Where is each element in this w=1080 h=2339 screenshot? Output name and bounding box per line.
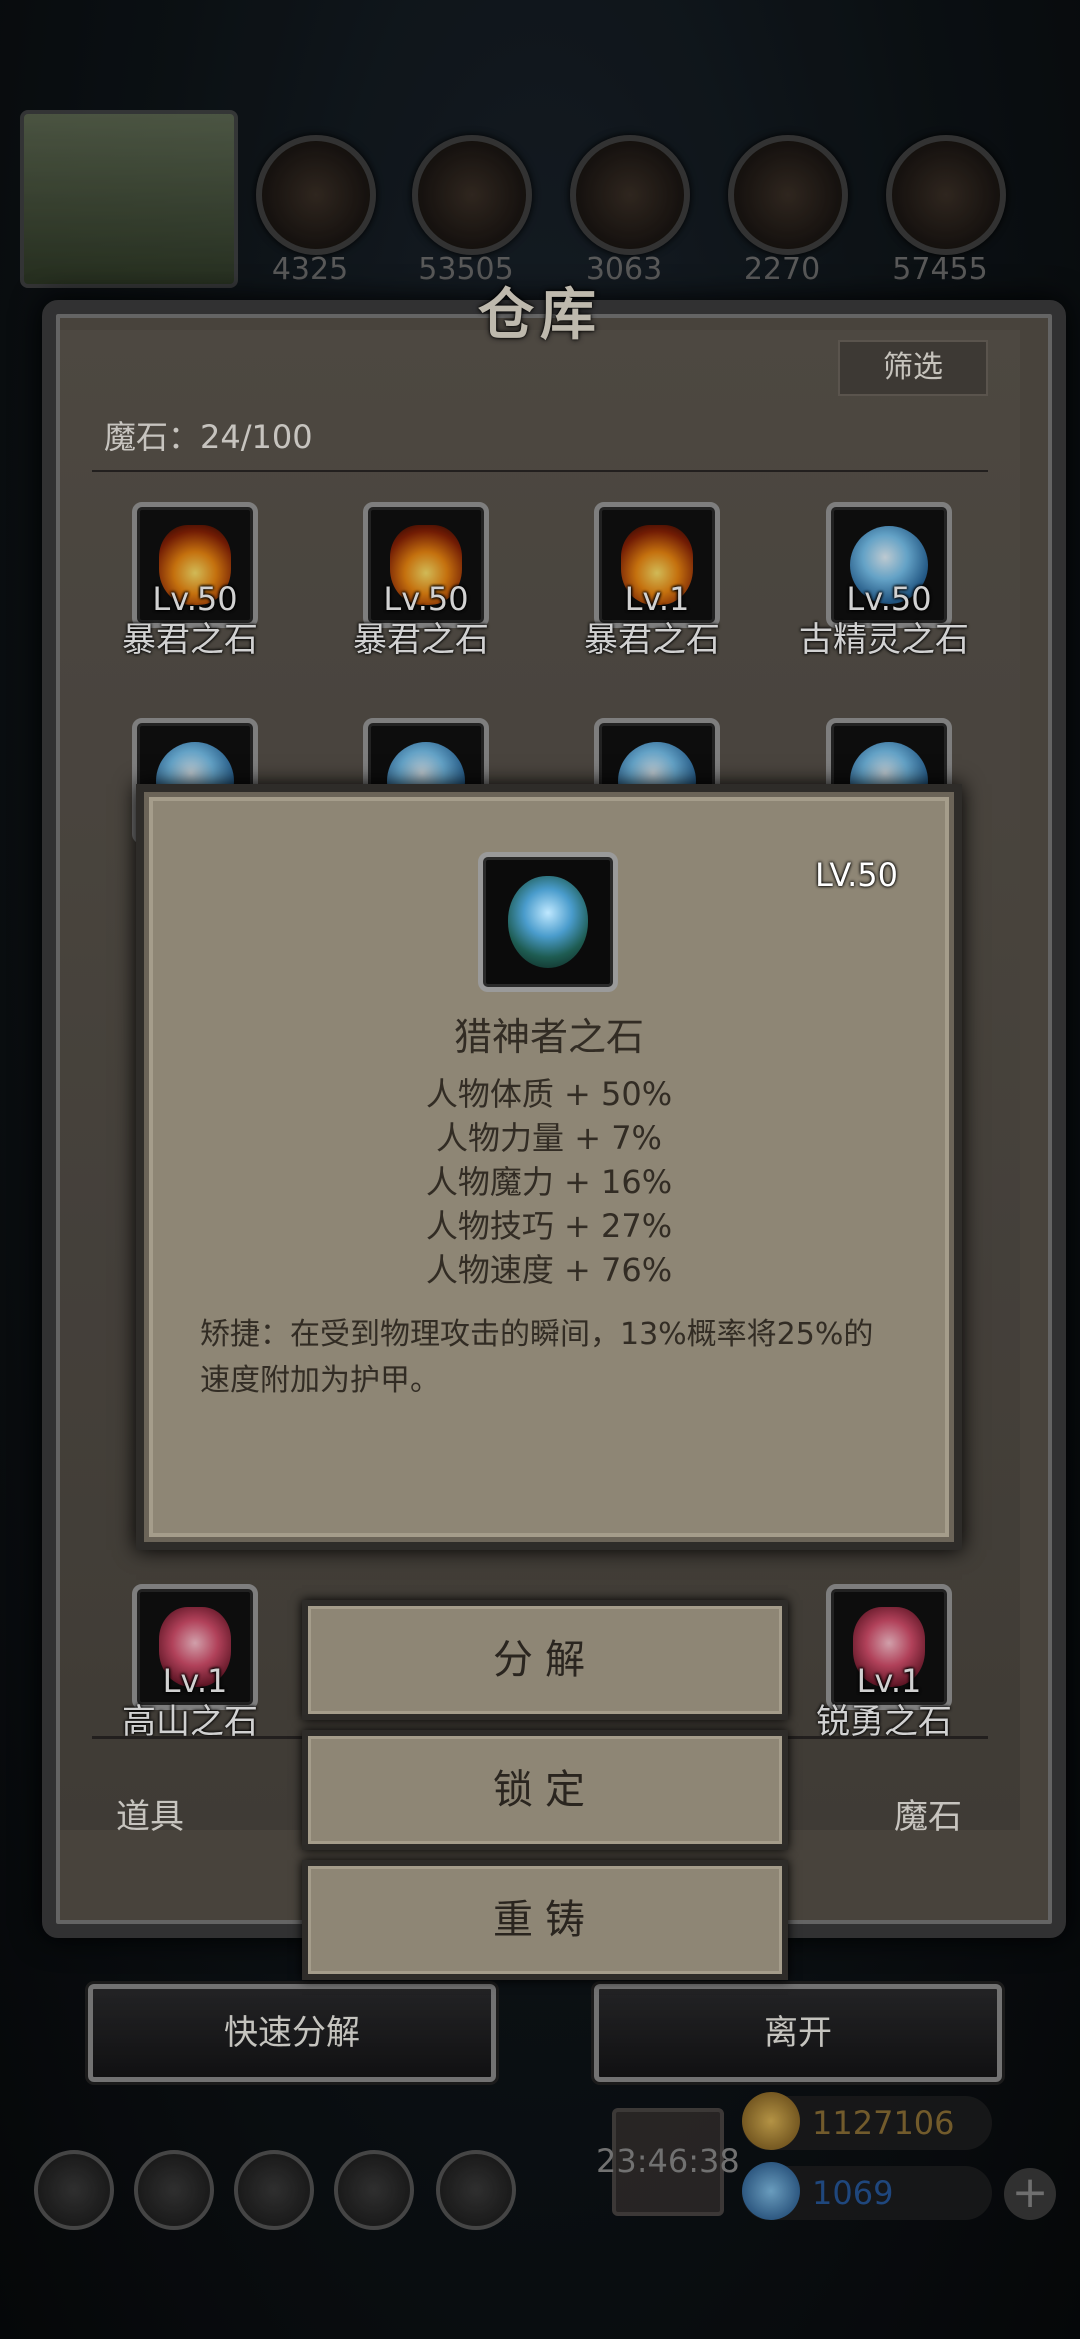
- tab-items[interactable]: 道具: [116, 1789, 184, 1838]
- countdown-timer: 23:46:38: [596, 2142, 740, 2180]
- item-name: 暴君之石: [584, 620, 720, 660]
- settings-gear-icon[interactable]: [34, 2150, 114, 2230]
- tab-magic-stones[interactable]: 魔石: [894, 1789, 962, 1838]
- player-portrait[interactable]: [20, 110, 238, 288]
- stat-line: 人物速度 + 76%: [425, 1251, 673, 1289]
- popup-item-name: 猎神者之石: [453, 1015, 644, 1059]
- item-cell[interactable]: Lv.50 古精灵之石: [786, 502, 976, 660]
- blue-gem-icon: [742, 2162, 800, 2220]
- popup-stats-list: 人物体质 + 50% 人物力量 + 7% 人物魔力 + 16% 人物技巧 + 2…: [144, 1072, 954, 1292]
- item-cell[interactable]: Lv.1 暴君之石: [554, 502, 744, 660]
- castle-icon[interactable]: [234, 2150, 314, 2230]
- item-cell[interactable]: Lv.1 锐勇之石: [786, 1584, 976, 1742]
- recast-button[interactable]: 重铸: [302, 1860, 788, 1980]
- lock-button[interactable]: 锁定: [302, 1730, 788, 1850]
- gold-value: 1127106: [812, 2104, 955, 2142]
- item-cell[interactable]: Lv.50 暴君之石: [92, 502, 282, 660]
- item-name: 古精灵之石: [799, 620, 969, 660]
- popup-description: 矫捷：在受到物理攻击的瞬间，13%概率将25%的速度附加为护甲。: [200, 1317, 874, 1398]
- filter-button[interactable]: 筛选: [838, 340, 988, 396]
- item-cell[interactable]: Lv.50 暴君之石: [323, 502, 513, 660]
- mail-icon[interactable]: [334, 2150, 414, 2230]
- gem-value: 1069: [812, 2174, 894, 2212]
- magic-stone-count: 魔石：24/100: [104, 418, 313, 456]
- stat-line: 人物体质 + 50%: [425, 1075, 673, 1113]
- warehouse-title: 仓库: [478, 282, 602, 348]
- item-name: 暴君之石: [122, 620, 258, 660]
- badge-icon[interactable]: [134, 2150, 214, 2230]
- item-name: 暴君之石: [353, 620, 489, 660]
- resource-bar: 4325 53505 3063 2270 57455: [20, 110, 1060, 290]
- gem-counter: 1069: [742, 2162, 992, 2220]
- stat-line: 人物力量 + 7%: [436, 1119, 662, 1157]
- iron-resource-icon: [570, 135, 690, 255]
- wood-resource-icon: [412, 135, 532, 255]
- add-currency-button[interactable]: +: [1004, 2168, 1056, 2220]
- gold-counter: 1127106: [742, 2092, 992, 2150]
- item-detail-popup: LV.50 猎神者之石 人物体质 + 50% 人物力量 + 7% 人物魔力 + …: [136, 784, 962, 1550]
- crystal-resource-icon: [728, 135, 848, 255]
- stone-resource-icon: [886, 135, 1006, 255]
- stat-line: 人物技巧 + 27%: [425, 1207, 673, 1245]
- handshake-icon[interactable]: [436, 2150, 516, 2230]
- resource-value: 2270: [743, 252, 821, 287]
- meat-resource-icon: [256, 135, 376, 255]
- divider: [92, 470, 988, 472]
- popup-item-level: LV.50: [815, 856, 898, 894]
- gold-coin-icon: [742, 2092, 800, 2150]
- item-cell[interactable]: Lv.1 高山之石: [92, 1584, 282, 1742]
- stat-line: 人物魔力 + 16%: [425, 1163, 673, 1201]
- decompose-button[interactable]: 分解: [302, 1600, 788, 1720]
- quick-decompose-button[interactable]: 快速分解: [88, 1984, 496, 2082]
- resource-value: 4325: [271, 252, 349, 287]
- leave-button[interactable]: 离开: [594, 1984, 1002, 2082]
- hunter-stone-icon: [478, 852, 618, 992]
- resource-value: 57455: [892, 252, 988, 287]
